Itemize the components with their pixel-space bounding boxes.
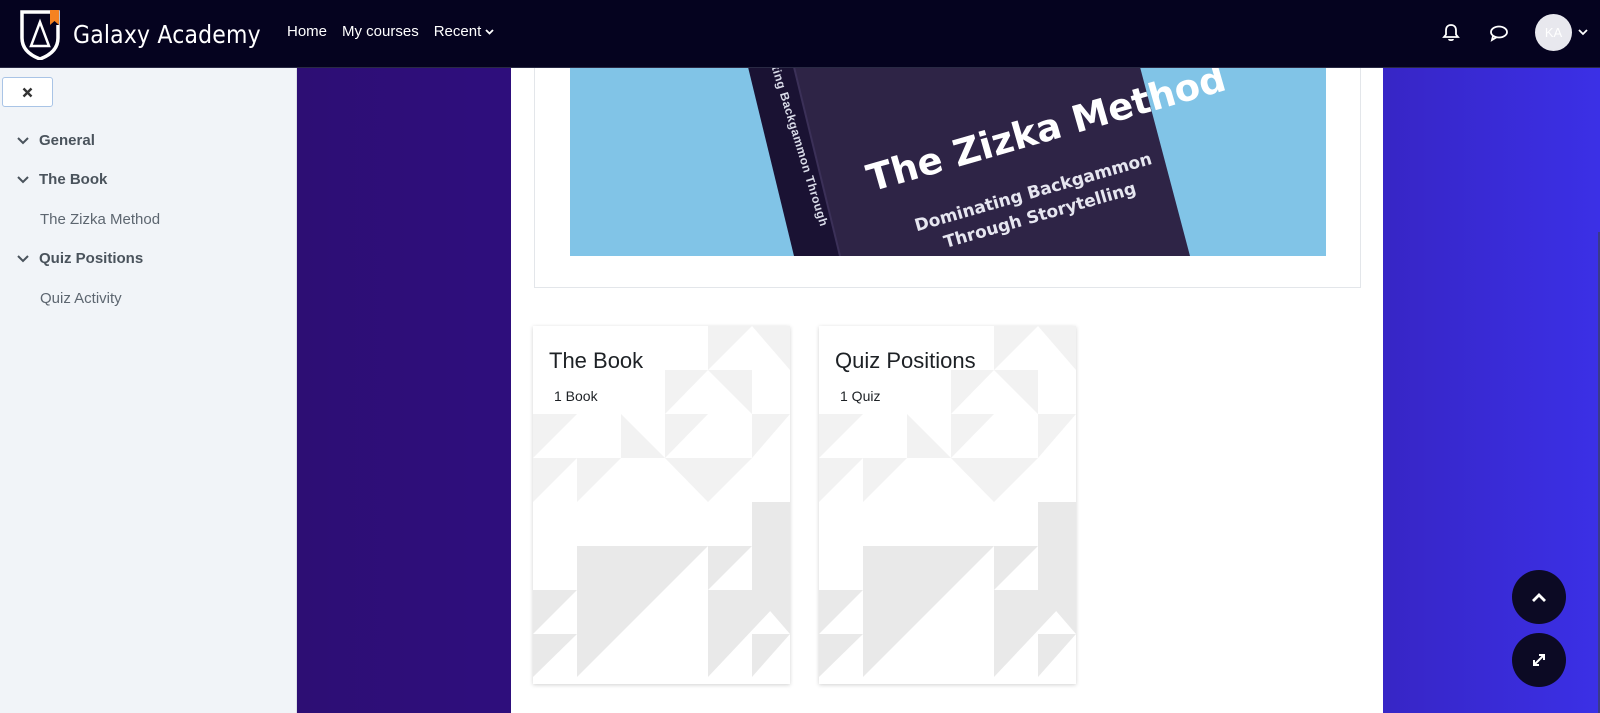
chat-bubble-icon — [1490, 25, 1508, 42]
section-the-book[interactable]: The Book — [17, 171, 107, 188]
chevron-down-icon — [17, 136, 29, 144]
expand-icon — [1533, 654, 1545, 666]
card-count: 1 Book — [554, 388, 598, 404]
nav-my-courses[interactable]: My courses — [342, 23, 419, 40]
top-navbar: Galaxy Academy Home My courses Recent KA — [0, 0, 1600, 68]
section-card-quiz-positions[interactable]: Quiz Positions 1 Quiz — [819, 326, 1076, 684]
section-card-the-book[interactable]: The Book 1 Book — [533, 326, 790, 684]
brand[interactable]: Galaxy Academy — [18, 8, 286, 60]
avatar[interactable]: KA — [1535, 14, 1572, 51]
chevron-down-icon — [17, 175, 29, 183]
card-title: The Book — [549, 348, 644, 373]
section-general[interactable]: General — [17, 132, 95, 149]
brand-name: Galaxy Academy — [73, 19, 261, 49]
card-title: Quiz Positions — [835, 348, 976, 373]
close-drawer-button[interactable] — [2, 77, 53, 107]
activity-the-zizka-method[interactable]: The Zizka Method — [40, 211, 160, 228]
user-actions: KA — [1439, 14, 1588, 51]
section-quiz-positions[interactable]: Quiz Positions — [17, 250, 143, 267]
card-pattern — [533, 326, 790, 677]
scroll-to-top-button[interactable] — [1512, 570, 1566, 624]
main-content: ating Backgammon Through The Zizka Metho… — [511, 67, 1383, 713]
section-label: General — [39, 132, 95, 149]
card-count: 1 Quiz — [840, 388, 881, 404]
course-image: ating Backgammon Through The Zizka Metho… — [570, 67, 1326, 256]
messages-button[interactable] — [1487, 21, 1511, 45]
chevron-down-icon — [485, 28, 494, 35]
section-label: The Book — [39, 171, 108, 188]
nav-recent[interactable]: Recent — [434, 23, 495, 40]
chevron-down-icon[interactable] — [1578, 29, 1588, 36]
nav-recent-label: Recent — [433, 23, 482, 40]
shield-logo-icon — [20, 10, 60, 60]
nav-home[interactable]: Home — [287, 23, 327, 40]
chevron-up-icon — [1532, 592, 1546, 602]
fullscreen-toggle-button[interactable] — [1512, 633, 1566, 687]
course-summary-card: ating Backgammon Through The Zizka Metho… — [534, 67, 1361, 288]
primary-nav: Home My courses Recent — [287, 23, 509, 40]
course-index-drawer: General The Book The Zizka Method Quiz P… — [0, 68, 297, 713]
card-pattern — [819, 326, 1076, 677]
bell-icon — [1442, 24, 1460, 42]
notifications-button[interactable] — [1439, 21, 1463, 45]
activity-quiz-activity[interactable]: Quiz Activity — [40, 290, 122, 307]
close-icon — [22, 87, 33, 97]
chevron-down-icon — [17, 254, 29, 262]
section-label: Quiz Positions — [39, 250, 144, 267]
